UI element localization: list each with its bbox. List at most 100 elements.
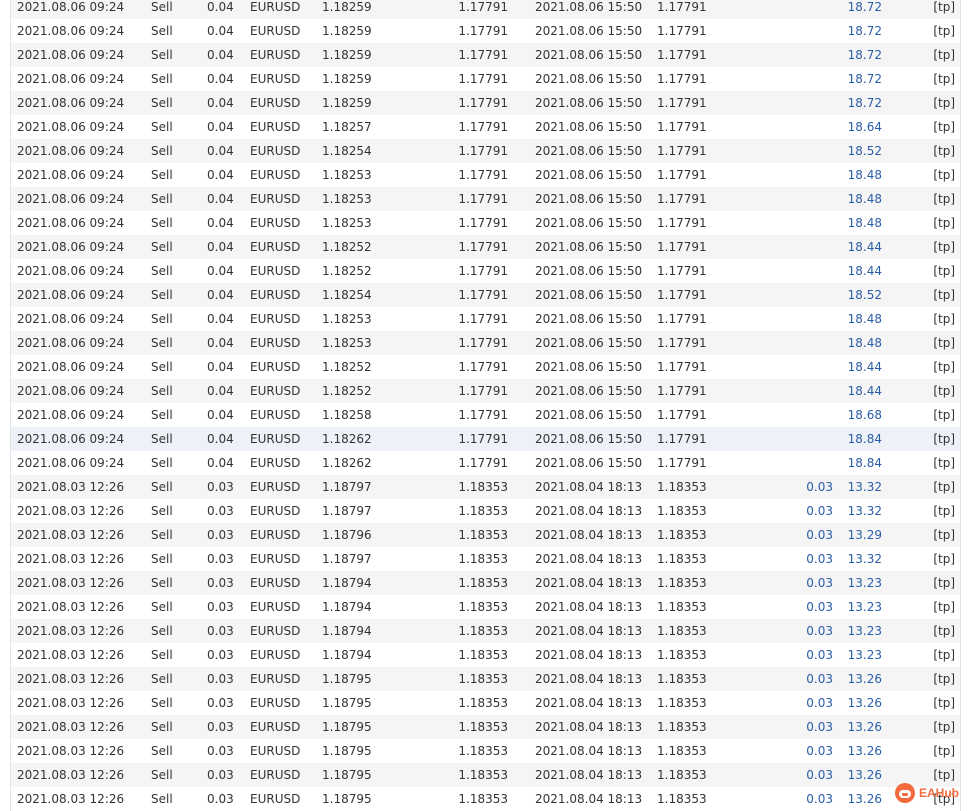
symbol-cell: EURUSD (250, 0, 301, 14)
type-cell: Sell (151, 312, 173, 326)
profit-cell: 13.23 (847, 648, 882, 662)
sl-cell: 1.17791 (458, 192, 508, 206)
open-time-cell: 2021.08.06 09:24 (17, 168, 125, 182)
close-time-cell: 2021.08.04 18:13 (535, 528, 643, 542)
close-time-cell: 2021.08.06 15:50 (535, 264, 643, 278)
profit-cell: 18.72 (847, 24, 882, 38)
table-row[interactable]: 2021.08.06 09:24 Sell 0.04 EURUSD 1.1825… (11, 163, 960, 187)
close-time-cell: 2021.08.06 15:50 (535, 96, 643, 110)
open-price-cell: 1.18794 (322, 624, 372, 638)
volume-cell: 0.04 (207, 312, 234, 326)
open-price-cell: 1.18254 (322, 288, 372, 302)
close-price-cell: 1.17791 (657, 240, 707, 254)
table-row[interactable]: 2021.08.03 12:26 Sell 0.03 EURUSD 1.1879… (11, 523, 960, 547)
close-price-cell: 1.17791 (657, 96, 707, 110)
comment-cell: [tp] (933, 24, 955, 38)
table-row[interactable]: 2021.08.06 09:24 Sell 0.04 EURUSD 1.1826… (11, 427, 960, 451)
open-price-cell: 1.18795 (322, 744, 372, 758)
table-row[interactable]: 2021.08.06 09:24 Sell 0.04 EURUSD 1.1825… (11, 403, 960, 427)
open-time-cell: 2021.08.06 09:24 (17, 216, 125, 230)
table-row[interactable]: 2021.08.03 12:26 Sell 0.03 EURUSD 1.1879… (11, 691, 960, 715)
table-row[interactable]: 2021.08.06 09:24 Sell 0.04 EURUSD 1.1825… (11, 235, 960, 259)
table-row[interactable]: 2021.08.03 12:26 Sell 0.03 EURUSD 1.1879… (11, 715, 960, 739)
table-row[interactable]: 2021.08.06 09:24 Sell 0.04 EURUSD 1.1825… (11, 187, 960, 211)
sl-cell: 1.17791 (458, 0, 508, 14)
swap-cell: 0.03 (806, 552, 833, 566)
volume-cell: 0.03 (207, 528, 234, 542)
table-row[interactable]: 2021.08.03 12:26 Sell 0.03 EURUSD 1.1879… (11, 787, 960, 811)
comment-cell: [tp] (933, 600, 955, 614)
volume-cell: 0.04 (207, 216, 234, 230)
table-row[interactable]: 2021.08.03 12:26 Sell 0.03 EURUSD 1.1879… (11, 499, 960, 523)
open-price-cell: 1.18795 (322, 792, 372, 806)
sl-cell: 1.17791 (458, 336, 508, 350)
table-row[interactable]: 2021.08.03 12:26 Sell 0.03 EURUSD 1.1879… (11, 739, 960, 763)
volume-cell: 0.04 (207, 336, 234, 350)
table-row[interactable]: 2021.08.06 09:24 Sell 0.04 EURUSD 1.1825… (11, 67, 960, 91)
symbol-cell: EURUSD (250, 384, 301, 398)
type-cell: Sell (151, 432, 173, 446)
volume-cell: 0.03 (207, 576, 234, 590)
table-row[interactable]: 2021.08.06 09:24 Sell 0.04 EURUSD 1.1825… (11, 0, 960, 19)
table-row[interactable]: 2021.08.03 12:26 Sell 0.03 EURUSD 1.1879… (11, 643, 960, 667)
comment-cell: [tp] (933, 528, 955, 542)
table-row[interactable]: 2021.08.06 09:24 Sell 0.04 EURUSD 1.1825… (11, 307, 960, 331)
table-row[interactable]: 2021.08.06 09:24 Sell 0.04 EURUSD 1.1825… (11, 115, 960, 139)
open-price-cell: 1.18252 (322, 264, 372, 278)
table-row[interactable]: 2021.08.03 12:26 Sell 0.03 EURUSD 1.1879… (11, 619, 960, 643)
type-cell: Sell (151, 24, 173, 38)
open-time-cell: 2021.08.06 09:24 (17, 456, 125, 470)
open-time-cell: 2021.08.03 12:26 (17, 624, 125, 638)
table-row[interactable]: 2021.08.06 09:24 Sell 0.04 EURUSD 1.1826… (11, 451, 960, 475)
table-row[interactable]: 2021.08.06 09:24 Sell 0.04 EURUSD 1.1825… (11, 19, 960, 43)
table-row[interactable]: 2021.08.03 12:26 Sell 0.03 EURUSD 1.1879… (11, 547, 960, 571)
symbol-cell: EURUSD (250, 720, 301, 734)
table-row[interactable]: 2021.08.06 09:24 Sell 0.04 EURUSD 1.1825… (11, 43, 960, 67)
profit-cell: 18.72 (847, 48, 882, 62)
table-row[interactable]: 2021.08.06 09:24 Sell 0.04 EURUSD 1.1825… (11, 139, 960, 163)
type-cell: Sell (151, 456, 173, 470)
swap-cell: 0.03 (806, 528, 833, 542)
table-row[interactable]: 2021.08.06 09:24 Sell 0.04 EURUSD 1.1825… (11, 355, 960, 379)
open-price-cell: 1.18795 (322, 696, 372, 710)
comment-cell: [tp] (933, 384, 955, 398)
type-cell: Sell (151, 480, 173, 494)
close-price-cell: 1.18353 (657, 528, 707, 542)
sl-cell: 1.17791 (458, 288, 508, 302)
swap-cell: 0.03 (806, 624, 833, 638)
table-row[interactable]: 2021.08.06 09:24 Sell 0.04 EURUSD 1.1825… (11, 91, 960, 115)
comment-cell: [tp] (933, 408, 955, 422)
table-row[interactable]: 2021.08.06 09:24 Sell 0.04 EURUSD 1.1825… (11, 331, 960, 355)
volume-cell: 0.04 (207, 0, 234, 14)
table-row[interactable]: 2021.08.03 12:26 Sell 0.03 EURUSD 1.1879… (11, 571, 960, 595)
swap-cell: 0.03 (806, 576, 833, 590)
volume-cell: 0.03 (207, 792, 234, 806)
volume-cell: 0.03 (207, 624, 234, 638)
close-price-cell: 1.18353 (657, 576, 707, 590)
volume-cell: 0.04 (207, 408, 234, 422)
type-cell: Sell (151, 96, 173, 110)
open-price-cell: 1.18795 (322, 672, 372, 686)
profit-cell: 18.52 (847, 288, 882, 302)
table-row[interactable]: 2021.08.03 12:26 Sell 0.03 EURUSD 1.1879… (11, 667, 960, 691)
symbol-cell: EURUSD (250, 144, 301, 158)
close-time-cell: 2021.08.06 15:50 (535, 312, 643, 326)
table-row[interactable]: 2021.08.06 09:24 Sell 0.04 EURUSD 1.1825… (11, 379, 960, 403)
sl-cell: 1.17791 (458, 432, 508, 446)
table-row[interactable]: 2021.08.06 09:24 Sell 0.04 EURUSD 1.1825… (11, 211, 960, 235)
open-time-cell: 2021.08.03 12:26 (17, 792, 125, 806)
table-row[interactable]: 2021.08.06 09:24 Sell 0.04 EURUSD 1.1825… (11, 259, 960, 283)
table-row[interactable]: 2021.08.03 12:26 Sell 0.03 EURUSD 1.1879… (11, 763, 960, 787)
table-row[interactable]: 2021.08.03 12:26 Sell 0.03 EURUSD 1.1879… (11, 595, 960, 619)
close-time-cell: 2021.08.06 15:50 (535, 0, 643, 14)
sl-cell: 1.17791 (458, 72, 508, 86)
close-price-cell: 1.17791 (657, 312, 707, 326)
table-row[interactable]: 2021.08.06 09:24 Sell 0.04 EURUSD 1.1825… (11, 283, 960, 307)
table-row[interactable]: 2021.08.03 12:26 Sell 0.03 EURUSD 1.1879… (11, 475, 960, 499)
close-time-cell: 2021.08.06 15:50 (535, 192, 643, 206)
sl-cell: 1.18353 (458, 672, 508, 686)
open-price-cell: 1.18253 (322, 168, 372, 182)
type-cell: Sell (151, 408, 173, 422)
watermark-text: EAHub (919, 786, 959, 800)
volume-cell: 0.03 (207, 720, 234, 734)
